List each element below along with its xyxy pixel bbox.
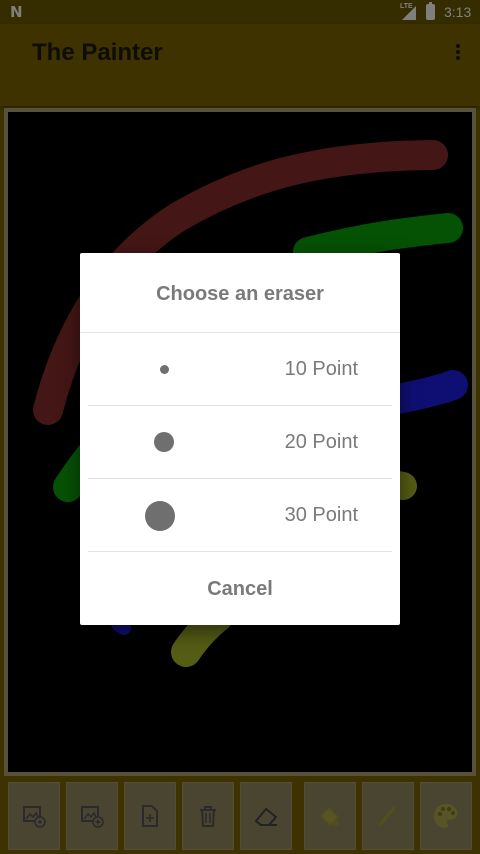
- eraser-option-10[interactable]: 10 Point: [88, 333, 392, 406]
- eraser-option-label: 20 Point: [284, 431, 358, 453]
- eraser-option-label: 30 Point: [284, 504, 358, 526]
- eraser-option-20[interactable]: 20 Point: [88, 406, 392, 479]
- eraser-option-30[interactable]: 30 Point: [88, 479, 392, 552]
- small-dot-icon: [160, 365, 169, 374]
- cancel-button[interactable]: Cancel: [80, 553, 400, 625]
- medium-dot-icon: [154, 432, 174, 452]
- large-dot-icon: [145, 501, 175, 531]
- eraser-dialog: Choose an eraser 10 Point 20 Point 30 Po…: [80, 253, 400, 625]
- eraser-option-label: 10 Point: [284, 358, 358, 380]
- dialog-title: Choose an eraser: [80, 253, 400, 333]
